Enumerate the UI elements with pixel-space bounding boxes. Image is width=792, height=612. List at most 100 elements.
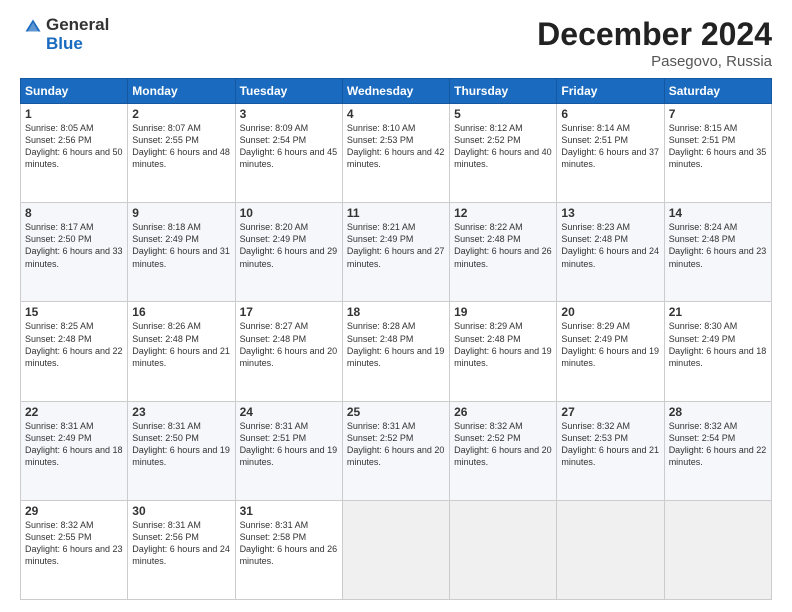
day-number: 2: [132, 107, 230, 121]
calendar-cell: 3 Sunrise: 8:09 AMSunset: 2:54 PMDayligh…: [235, 104, 342, 203]
day-number: 15: [25, 305, 123, 319]
calendar-cell: 19 Sunrise: 8:29 AMSunset: 2:48 PMDaylig…: [450, 302, 557, 401]
calendar-cell: 7 Sunrise: 8:15 AMSunset: 2:51 PMDayligh…: [664, 104, 771, 203]
calendar-cell: 24 Sunrise: 8:31 AMSunset: 2:51 PMDaylig…: [235, 401, 342, 500]
calendar-cell: 15 Sunrise: 8:25 AMSunset: 2:48 PMDaylig…: [21, 302, 128, 401]
day-number: 18: [347, 305, 445, 319]
page: General Blue December 2024 Pasegovo, Rus…: [0, 0, 792, 612]
calendar-cell: 27 Sunrise: 8:32 AMSunset: 2:53 PMDaylig…: [557, 401, 664, 500]
day-number: 30: [132, 504, 230, 518]
day-detail: Sunrise: 8:31 AMSunset: 2:50 PMDaylight:…: [132, 421, 230, 467]
calendar-cell: 9 Sunrise: 8:18 AMSunset: 2:49 PMDayligh…: [128, 203, 235, 302]
day-detail: Sunrise: 8:25 AMSunset: 2:48 PMDaylight:…: [25, 321, 123, 367]
day-number: 26: [454, 405, 552, 419]
calendar-cell: 23 Sunrise: 8:31 AMSunset: 2:50 PMDaylig…: [128, 401, 235, 500]
day-detail: Sunrise: 8:18 AMSunset: 2:49 PMDaylight:…: [132, 222, 230, 268]
day-number: 10: [240, 206, 338, 220]
logo-general: General: [46, 16, 109, 35]
day-detail: Sunrise: 8:27 AMSunset: 2:48 PMDaylight:…: [240, 321, 338, 367]
day-detail: Sunrise: 8:28 AMSunset: 2:48 PMDaylight:…: [347, 321, 445, 367]
calendar-cell: 17 Sunrise: 8:27 AMSunset: 2:48 PMDaylig…: [235, 302, 342, 401]
logo: General Blue: [20, 16, 109, 53]
calendar-cell: 26 Sunrise: 8:32 AMSunset: 2:52 PMDaylig…: [450, 401, 557, 500]
title-block: December 2024 Pasegovo, Russia: [537, 16, 772, 70]
logo-icon: [24, 18, 42, 36]
col-header-friday: Friday: [557, 79, 664, 104]
day-number: 27: [561, 405, 659, 419]
calendar-week-2: 8 Sunrise: 8:17 AMSunset: 2:50 PMDayligh…: [21, 203, 772, 302]
day-number: 4: [347, 107, 445, 121]
day-number: 8: [25, 206, 123, 220]
day-number: 24: [240, 405, 338, 419]
calendar-week-5: 29 Sunrise: 8:32 AMSunset: 2:55 PMDaylig…: [21, 500, 772, 599]
calendar-cell: 28 Sunrise: 8:32 AMSunset: 2:54 PMDaylig…: [664, 401, 771, 500]
calendar-header-row: SundayMondayTuesdayWednesdayThursdayFrid…: [21, 79, 772, 104]
day-detail: Sunrise: 8:31 AMSunset: 2:49 PMDaylight:…: [25, 421, 123, 467]
calendar-cell: 16 Sunrise: 8:26 AMSunset: 2:48 PMDaylig…: [128, 302, 235, 401]
day-number: 9: [132, 206, 230, 220]
day-detail: Sunrise: 8:32 AMSunset: 2:55 PMDaylight:…: [25, 520, 123, 566]
day-number: 3: [240, 107, 338, 121]
calendar-cell: 11 Sunrise: 8:21 AMSunset: 2:49 PMDaylig…: [342, 203, 449, 302]
day-detail: Sunrise: 8:31 AMSunset: 2:51 PMDaylight:…: [240, 421, 338, 467]
calendar-cell: 5 Sunrise: 8:12 AMSunset: 2:52 PMDayligh…: [450, 104, 557, 203]
calendar-cell: 31 Sunrise: 8:31 AMSunset: 2:58 PMDaylig…: [235, 500, 342, 599]
col-header-sunday: Sunday: [21, 79, 128, 104]
day-detail: Sunrise: 8:21 AMSunset: 2:49 PMDaylight:…: [347, 222, 445, 268]
col-header-tuesday: Tuesday: [235, 79, 342, 104]
day-detail: Sunrise: 8:17 AMSunset: 2:50 PMDaylight:…: [25, 222, 123, 268]
day-detail: Sunrise: 8:32 AMSunset: 2:53 PMDaylight:…: [561, 421, 659, 467]
col-header-wednesday: Wednesday: [342, 79, 449, 104]
day-detail: Sunrise: 8:07 AMSunset: 2:55 PMDaylight:…: [132, 123, 230, 169]
day-detail: Sunrise: 8:22 AMSunset: 2:48 PMDaylight:…: [454, 222, 552, 268]
day-detail: Sunrise: 8:31 AMSunset: 2:58 PMDaylight:…: [240, 520, 338, 566]
day-detail: Sunrise: 8:12 AMSunset: 2:52 PMDaylight:…: [454, 123, 552, 169]
day-detail: Sunrise: 8:29 AMSunset: 2:48 PMDaylight:…: [454, 321, 552, 367]
calendar-cell: 4 Sunrise: 8:10 AMSunset: 2:53 PMDayligh…: [342, 104, 449, 203]
calendar-cell: [557, 500, 664, 599]
day-detail: Sunrise: 8:32 AMSunset: 2:52 PMDaylight:…: [454, 421, 552, 467]
day-detail: Sunrise: 8:32 AMSunset: 2:54 PMDaylight:…: [669, 421, 767, 467]
title-location: Pasegovo, Russia: [537, 53, 772, 70]
calendar-cell: 29 Sunrise: 8:32 AMSunset: 2:55 PMDaylig…: [21, 500, 128, 599]
calendar-cell: 21 Sunrise: 8:30 AMSunset: 2:49 PMDaylig…: [664, 302, 771, 401]
calendar-table: SundayMondayTuesdayWednesdayThursdayFrid…: [20, 78, 772, 600]
calendar-cell: [342, 500, 449, 599]
calendar-cell: 20 Sunrise: 8:29 AMSunset: 2:49 PMDaylig…: [557, 302, 664, 401]
calendar-week-3: 15 Sunrise: 8:25 AMSunset: 2:48 PMDaylig…: [21, 302, 772, 401]
day-number: 13: [561, 206, 659, 220]
day-number: 1: [25, 107, 123, 121]
col-header-thursday: Thursday: [450, 79, 557, 104]
day-number: 12: [454, 206, 552, 220]
calendar-cell: 14 Sunrise: 8:24 AMSunset: 2:48 PMDaylig…: [664, 203, 771, 302]
calendar-cell: 30 Sunrise: 8:31 AMSunset: 2:56 PMDaylig…: [128, 500, 235, 599]
calendar-cell: 6 Sunrise: 8:14 AMSunset: 2:51 PMDayligh…: [557, 104, 664, 203]
day-number: 11: [347, 206, 445, 220]
calendar-week-1: 1 Sunrise: 8:05 AMSunset: 2:56 PMDayligh…: [21, 104, 772, 203]
day-detail: Sunrise: 8:09 AMSunset: 2:54 PMDaylight:…: [240, 123, 338, 169]
calendar-cell: 12 Sunrise: 8:22 AMSunset: 2:48 PMDaylig…: [450, 203, 557, 302]
day-number: 20: [561, 305, 659, 319]
day-number: 31: [240, 504, 338, 518]
day-number: 28: [669, 405, 767, 419]
col-header-saturday: Saturday: [664, 79, 771, 104]
day-detail: Sunrise: 8:29 AMSunset: 2:49 PMDaylight:…: [561, 321, 659, 367]
logo-blue: Blue: [46, 35, 109, 54]
day-number: 6: [561, 107, 659, 121]
day-number: 25: [347, 405, 445, 419]
day-detail: Sunrise: 8:15 AMSunset: 2:51 PMDaylight:…: [669, 123, 767, 169]
day-number: 17: [240, 305, 338, 319]
day-detail: Sunrise: 8:14 AMSunset: 2:51 PMDaylight:…: [561, 123, 659, 169]
day-detail: Sunrise: 8:10 AMSunset: 2:53 PMDaylight:…: [347, 123, 445, 169]
day-number: 29: [25, 504, 123, 518]
logo-text: General Blue: [46, 16, 109, 53]
day-number: 7: [669, 107, 767, 121]
day-number: 21: [669, 305, 767, 319]
day-detail: Sunrise: 8:05 AMSunset: 2:56 PMDaylight:…: [25, 123, 123, 169]
day-detail: Sunrise: 8:20 AMSunset: 2:49 PMDaylight:…: [240, 222, 338, 268]
day-detail: Sunrise: 8:31 AMSunset: 2:56 PMDaylight:…: [132, 520, 230, 566]
day-number: 16: [132, 305, 230, 319]
header: General Blue December 2024 Pasegovo, Rus…: [20, 16, 772, 70]
day-detail: Sunrise: 8:31 AMSunset: 2:52 PMDaylight:…: [347, 421, 445, 467]
day-number: 19: [454, 305, 552, 319]
